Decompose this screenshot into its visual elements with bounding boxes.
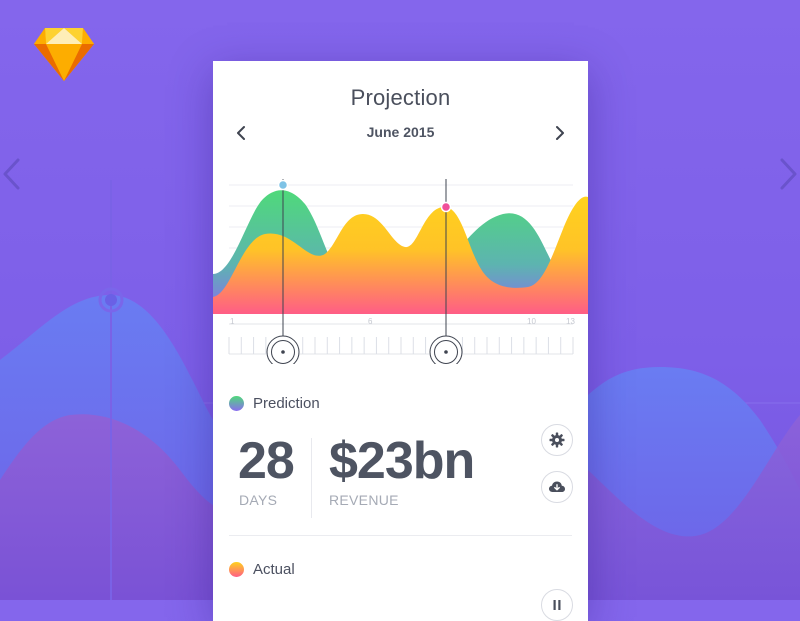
ruler-label-1: 1 — [230, 317, 235, 326]
prediction-drag-handle[interactable] — [266, 335, 300, 364]
ruler-label-13: 13 — [566, 317, 575, 326]
actual-swatch — [229, 561, 244, 577]
card-title: Projection — [350, 85, 451, 110]
cloud-download-icon — [549, 481, 565, 492]
revenue-value: $23bn — [329, 432, 475, 490]
next-month-button[interactable] — [553, 125, 567, 141]
revenue-label: REVENUE — [329, 492, 399, 508]
actual-drag-handle[interactable] — [429, 335, 463, 364]
projection-chart: 1 6 10 13 — [213, 179, 588, 364]
section-divider — [229, 535, 572, 536]
ruler-label-6: 6 — [368, 317, 373, 326]
actual-action-button[interactable] — [541, 589, 573, 621]
legend-actual: Actual — [229, 559, 295, 579]
sketch-diamond-icon — [34, 28, 94, 81]
actual-label: Actual — [253, 560, 295, 578]
prediction-point — [277, 179, 289, 191]
prediction-swatch — [229, 395, 244, 411]
prediction-label: Prediction — [253, 394, 320, 412]
days-label: DAYS — [239, 492, 278, 508]
ruler-label-10: 10 — [527, 317, 536, 326]
legend-prediction: Prediction — [229, 393, 320, 413]
pause-icon — [553, 600, 561, 610]
settings-button[interactable] — [541, 424, 573, 456]
actual-point — [440, 201, 452, 213]
stat-divider — [311, 438, 312, 518]
gear-icon — [549, 432, 565, 448]
days-value: 28 — [238, 432, 295, 490]
projection-card: Projection June 2015 1 6 10 13 Predictio… — [213, 61, 588, 621]
chevron-left-icon[interactable] — [0, 156, 24, 192]
chevron-right-icon[interactable] — [776, 156, 800, 192]
download-button[interactable] — [541, 471, 573, 503]
month-label: June 2015 — [366, 124, 435, 140]
